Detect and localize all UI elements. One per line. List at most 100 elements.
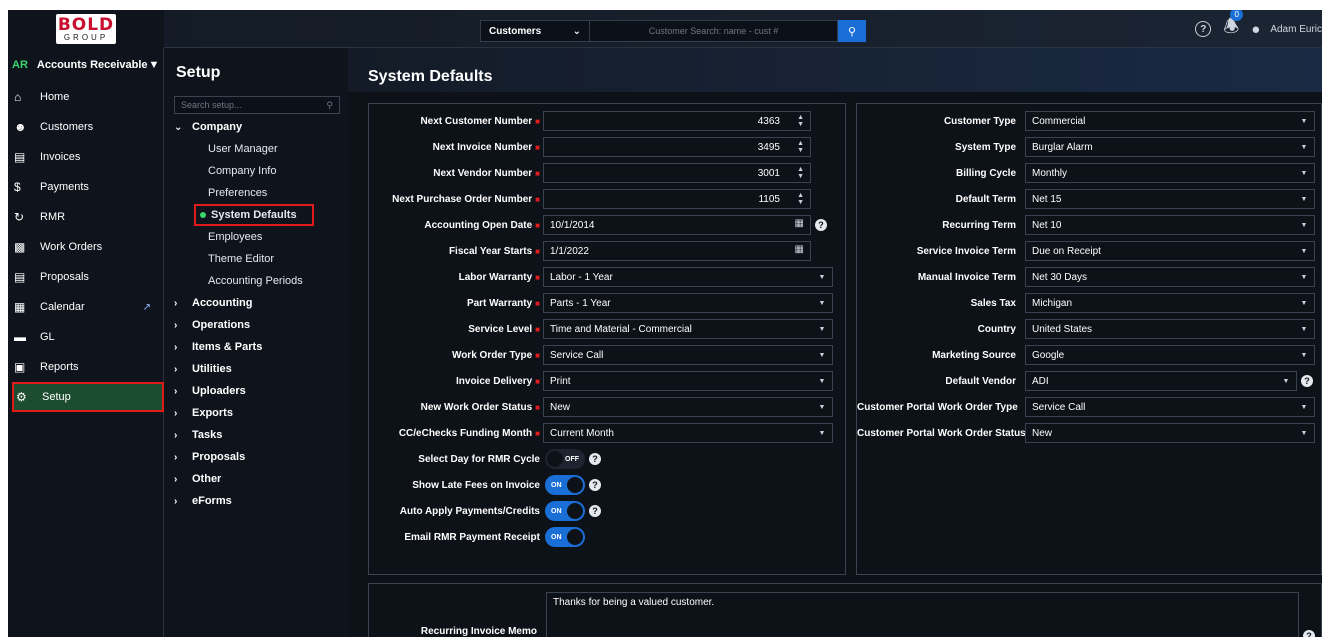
field-value: Current Month <box>550 427 614 439</box>
nav-item-rmr[interactable]: ↻ RMR <box>8 202 163 232</box>
tree-section-utilities[interactable]: › Utilities <box>174 358 348 380</box>
tree-section-accounting[interactable]: › Accounting <box>174 292 348 314</box>
help-icon[interactable]: ? <box>589 505 601 517</box>
country-select[interactable]: United States ▼ <box>1025 319 1315 339</box>
portal-work-order-status-select[interactable]: New ▼ <box>1025 423 1315 443</box>
tree-section-tasks[interactable]: › Tasks <box>174 424 348 446</box>
marketing-source-select[interactable]: Google ▼ <box>1025 345 1315 365</box>
stepper-icon[interactable]: ▲ ▼ <box>797 166 804 180</box>
stepper-icon[interactable]: ▲ ▼ <box>797 192 804 206</box>
sales-tax-select[interactable]: Michigan ▼ <box>1025 293 1315 313</box>
nav-item-home[interactable]: ⌂ Home <box>8 82 163 112</box>
help-icon[interactable]: ? <box>589 479 601 491</box>
search-button[interactable]: ⚲ <box>838 20 866 42</box>
help-icon[interactable]: ? <box>1303 630 1315 637</box>
work-order-type-select[interactable]: Service Call ▼ <box>543 345 833 365</box>
required-icon: ■ <box>535 402 540 412</box>
external-link-icon[interactable]: ↗ <box>143 302 151 313</box>
tree-section-label: Items & Parts <box>192 341 263 353</box>
field-value: Due on Receipt <box>1032 245 1101 257</box>
rmr-cycle-toggle[interactable]: OFF <box>545 449 585 469</box>
module-title: Accounts Receivable <box>36 59 148 71</box>
setup-search-input[interactable]: Search setup... ⚲ <box>174 96 340 114</box>
labor-warranty-select[interactable]: Labor - 1 Year ▼ <box>543 267 833 287</box>
help-icon[interactable]: ? <box>1301 375 1313 387</box>
accounting-open-date-input[interactable]: 10/1/2014 ▦ <box>543 215 811 235</box>
fiscal-year-starts-input[interactable]: 1/1/2022 ▦ <box>543 241 811 261</box>
toggle-row-rmr-cycle: Select Day for RMR Cycle OFF ? <box>369 449 845 469</box>
caret-down-icon: ▼ <box>818 429 826 437</box>
nav-item-proposals[interactable]: ▤ Proposals <box>8 262 163 292</box>
search-scope-value: Customers <box>489 25 542 37</box>
tree-section-operations[interactable]: › Operations <box>174 314 348 336</box>
nav-item-gl[interactable]: ▬ GL <box>8 322 163 352</box>
service-level-select[interactable]: Time and Material - Commercial ▼ <box>543 319 833 339</box>
chevron-right-icon: › <box>174 385 178 397</box>
help-icon[interactable]: ? <box>589 453 601 465</box>
nav-item-customers[interactable]: ☻ Customers <box>8 112 163 142</box>
field-sales-tax: Sales Tax Michigan ▼ <box>857 293 1321 313</box>
tree-item-theme-editor[interactable]: Theme Editor <box>174 248 348 270</box>
logo[interactable]: BOLD GROUP <box>8 10 164 48</box>
field-value: 3495 <box>757 141 780 153</box>
stepper-icon[interactable]: ▲ ▼ <box>797 114 804 128</box>
module-switcher[interactable]: AR Accounts Receivable ▼ <box>8 48 163 82</box>
recurring-term-select[interactable]: Net 10 ▼ <box>1025 215 1315 235</box>
tree-item-system-defaults[interactable]: System Defaults <box>194 204 314 226</box>
system-type-select[interactable]: Burglar Alarm ▼ <box>1025 137 1315 157</box>
field-label-text: Next Purchase Order Number <box>392 193 533 205</box>
user-avatar-icon[interactable]: ● <box>1251 21 1260 38</box>
service-invoice-term-select[interactable]: Due on Receipt ▼ <box>1025 241 1315 261</box>
auto-apply-toggle[interactable]: ON <box>545 501 585 521</box>
nav-item-payments[interactable]: $ Payments <box>8 172 163 202</box>
default-term-select[interactable]: Net 15 ▼ <box>1025 189 1315 209</box>
nav-item-work-orders[interactable]: ▩ Work Orders <box>8 232 163 262</box>
billing-cycle-select[interactable]: Monthly ▼ <box>1025 163 1315 183</box>
next-invoice-number-input[interactable]: 3495 ▲ ▼ <box>543 137 811 157</box>
search-scope-select[interactable]: Customers ⌄ <box>480 20 590 42</box>
recurring-invoice-memo-textarea[interactable]: Thanks for being a valued customer. <box>546 592 1299 637</box>
nav-item-calendar[interactable]: ▦ Calendar ↗ <box>8 292 163 322</box>
field-label-text: CC/eChecks Funding Month <box>398 427 533 439</box>
stepper-icon[interactable]: ▲ ▼ <box>797 140 804 154</box>
tree-item-preferences[interactable]: Preferences <box>174 182 348 204</box>
help-icon[interactable]: ? <box>1195 21 1212 37</box>
toggle-label: Select Day for RMR Cycle <box>418 453 540 465</box>
user-name[interactable]: Adam Euric <box>1270 24 1322 35</box>
tree-section-items-parts[interactable]: › Items & Parts <box>174 336 348 358</box>
email-receipt-toggle[interactable]: ON <box>545 527 585 547</box>
required-icon: ■ <box>535 428 540 438</box>
customer-search-input[interactable]: Customer Search: name - cust # <box>590 20 838 42</box>
notifications-bell-icon[interactable]: 🕭 0 <box>1221 10 1244 44</box>
tree-item-company-info[interactable]: Company Info <box>174 160 348 182</box>
nav-item-invoices[interactable]: ▤ Invoices <box>8 142 163 172</box>
calendar-icon[interactable]: ▦ <box>795 218 804 229</box>
tree-section-company[interactable]: ⌄ Company <box>174 116 348 138</box>
main-content: System Defaults Next Customer Number ■ 43… <box>348 48 1322 637</box>
tree-section-other[interactable]: › Other <box>174 468 348 490</box>
next-po-number-input[interactable]: 1105 ▲ ▼ <box>543 189 811 209</box>
next-vendor-number-input[interactable]: 3001 ▲ ▼ <box>543 163 811 183</box>
tree-item-employees[interactable]: Employees <box>174 226 348 248</box>
manual-invoice-term-select[interactable]: Net 30 Days ▼ <box>1025 267 1315 287</box>
new-work-order-status-select[interactable]: New ▼ <box>543 397 833 417</box>
tree-item-user-manager[interactable]: User Manager <box>174 138 348 160</box>
late-fees-toggle[interactable]: ON <box>545 475 585 495</box>
module-tag: AR <box>12 59 28 71</box>
default-vendor-select[interactable]: ADI ▼ <box>1025 371 1297 391</box>
nav-item-reports[interactable]: ▣ Reports <box>8 352 163 382</box>
next-customer-number-input[interactable]: 4363 ▲ ▼ <box>543 111 811 131</box>
tree-section-uploaders[interactable]: › Uploaders <box>174 380 348 402</box>
nav-item-setup[interactable]: ⚙ Setup <box>12 382 164 412</box>
help-icon[interactable]: ? <box>815 219 827 231</box>
customer-type-select[interactable]: Commercial ▼ <box>1025 111 1315 131</box>
tree-section-eforms[interactable]: › eForms <box>174 490 348 512</box>
part-warranty-select[interactable]: Parts - 1 Year ▼ <box>543 293 833 313</box>
calendar-icon[interactable]: ▦ <box>795 244 804 255</box>
tree-item-accounting-periods[interactable]: Accounting Periods <box>174 270 348 292</box>
tree-section-proposals[interactable]: › Proposals <box>174 446 348 468</box>
invoice-delivery-select[interactable]: Print ▼ <box>543 371 833 391</box>
tree-section-exports[interactable]: › Exports <box>174 402 348 424</box>
cc-echecks-funding-month-select[interactable]: Current Month ▼ <box>543 423 833 443</box>
portal-work-order-type-select[interactable]: Service Call ▼ <box>1025 397 1315 417</box>
